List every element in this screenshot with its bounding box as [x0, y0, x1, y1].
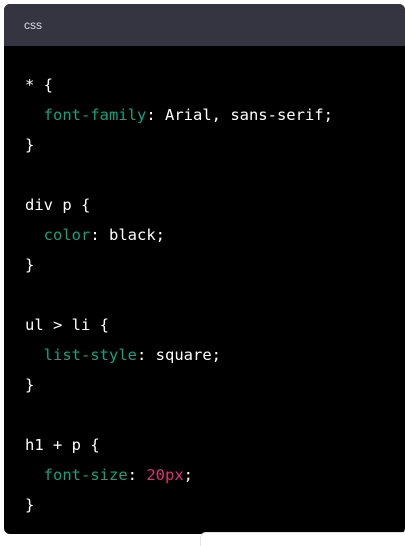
- css-property-token: font-size: [43, 466, 128, 484]
- code-text-token: ul > li {: [25, 316, 109, 334]
- code-line: font-family: Arial, sans-serif;: [25, 100, 405, 130]
- code-line: }: [25, 130, 405, 160]
- code-text-token: : black;: [90, 226, 165, 244]
- css-property-token: list-style: [43, 346, 137, 364]
- code-line: list-style: square;: [25, 340, 405, 370]
- css-property-token: color: [43, 226, 91, 244]
- code-line: div p {: [25, 190, 405, 220]
- language-label: css: [24, 18, 42, 32]
- code-line: }: [25, 250, 405, 280]
- code-text-token: : Arial, sans-serif;: [146, 106, 333, 124]
- code-line: ul > li {: [25, 310, 405, 340]
- code-text-token: h1 + p {: [25, 436, 100, 454]
- code-text-token: }: [25, 496, 35, 514]
- css-number-token: 20px: [146, 466, 184, 484]
- code-line: }: [25, 370, 405, 400]
- code-line: h1 + p {: [25, 430, 405, 460]
- code-content[interactable]: * { font-family: Arial, sans-serif;} div …: [4, 46, 405, 520]
- code-line: color: black;: [25, 220, 405, 250]
- css-property-token: font-family: [43, 106, 147, 124]
- code-block: css * { font-family: Arial, sans-serif;}…: [4, 4, 405, 534]
- code-text-token: ;: [183, 466, 194, 484]
- code-text-token: :: [127, 466, 147, 484]
- code-line: * {: [25, 70, 405, 100]
- code-text-token: }: [25, 136, 35, 154]
- code-text-token: }: [25, 256, 35, 274]
- scroll-region-edge: [200, 532, 405, 546]
- code-block-header: css: [4, 4, 405, 46]
- code-line: font-size: 20px;: [25, 460, 405, 490]
- code-text-token: * {: [25, 76, 53, 94]
- code-text-token: div p {: [25, 196, 91, 214]
- code-line: }: [25, 490, 405, 520]
- code-text-token: : square;: [137, 346, 221, 364]
- code-text-token: }: [25, 376, 35, 394]
